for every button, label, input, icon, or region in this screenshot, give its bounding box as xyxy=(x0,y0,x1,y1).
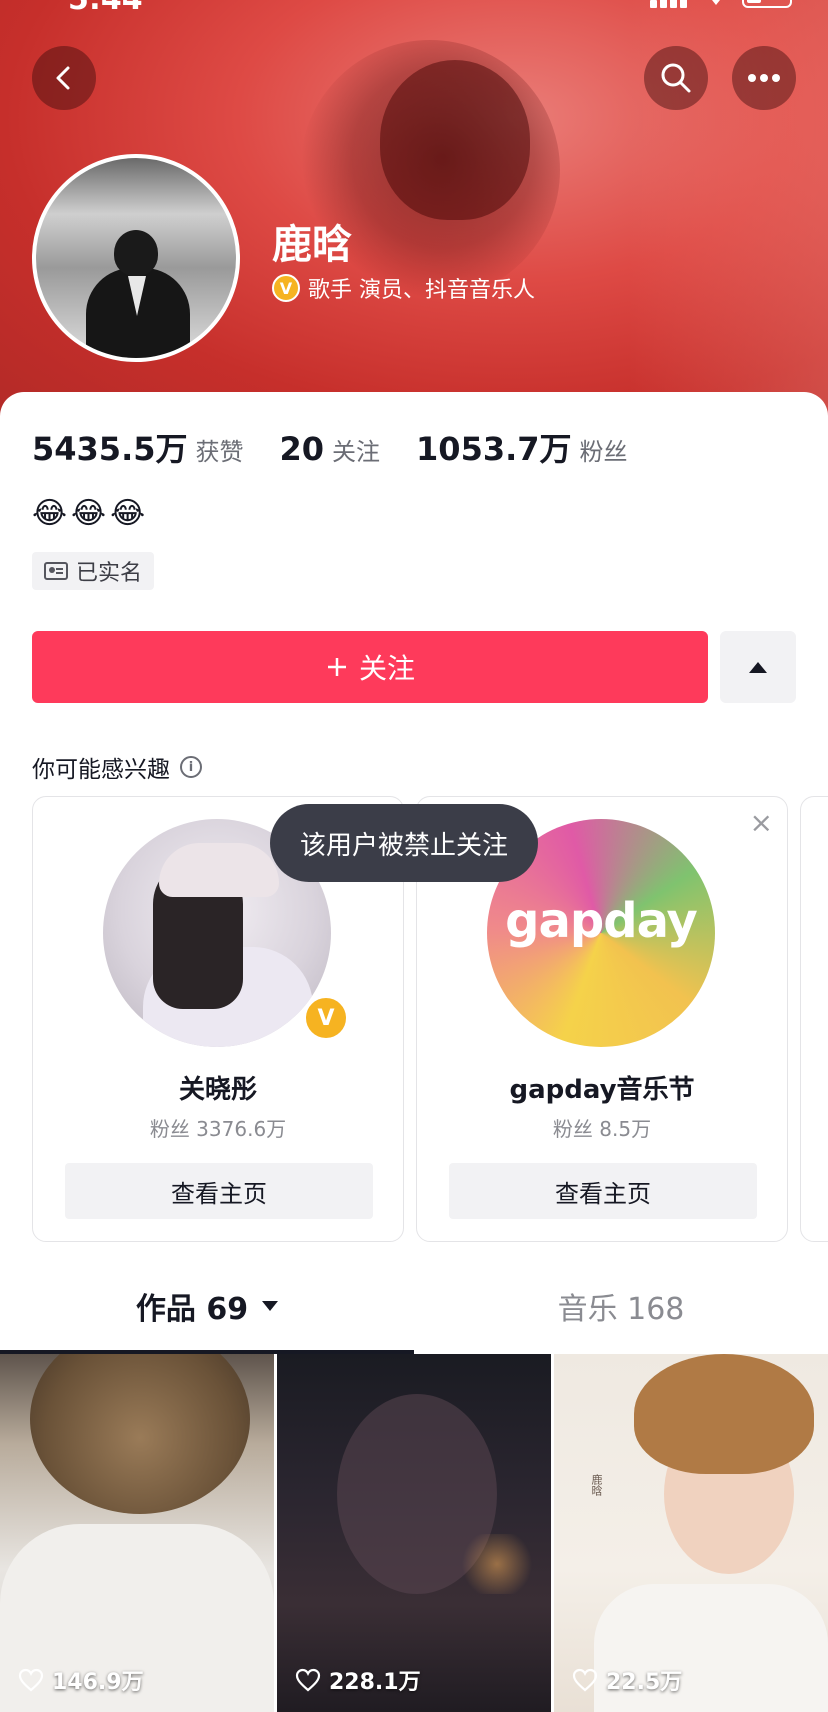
stat-followers[interactable]: 1053.7万 粉丝 xyxy=(416,424,628,470)
tab-works[interactable]: 作品 69 xyxy=(0,1260,414,1352)
recommendation-card-partial[interactable] xyxy=(800,796,828,1242)
stat-likes[interactable]: 5435.5万 获赞 xyxy=(32,424,244,470)
status-time: 5:44 xyxy=(68,0,143,17)
stats-row: 5435.5万 获赞 20 关注 1053.7万 粉丝 xyxy=(32,424,664,470)
verified-badge-icon: V xyxy=(303,995,349,1041)
follow-button[interactable]: 关注 xyxy=(32,631,708,703)
verified-badge-icon: V xyxy=(272,274,300,302)
more-dots-icon xyxy=(748,74,780,82)
profile-content: 5435.5万 获赞 20 关注 1053.7万 粉丝 😂😂😂 已实名 关注 你… xyxy=(0,392,828,1712)
profile-avatar[interactable] xyxy=(32,154,240,362)
recommendation-fans: 粉丝 3376.6万 xyxy=(149,1117,287,1141)
profile-header: 5:44 鹿晗 V 歌手 演员、抖音音乐人 xyxy=(0,0,828,420)
video-thumbnail[interactable]: 228.1万 xyxy=(277,1354,551,1712)
search-button[interactable] xyxy=(644,46,708,110)
tab-label: 音乐 168 xyxy=(557,1292,685,1327)
recommendation-fans: 粉丝 8.5万 xyxy=(552,1117,652,1141)
caret-up-icon xyxy=(749,661,767,673)
thumbnail-city-lights xyxy=(447,1534,547,1594)
id-card-icon xyxy=(44,562,68,580)
video-grid: 146.9万 228.1万 鹿晗 22.5万 xyxy=(0,1354,828,1712)
thumbnail-caption: 鹿晗 xyxy=(590,1474,603,1496)
avatar-logo-text: gapday xyxy=(505,893,698,949)
recommendations-header: 你可能感兴趣 i xyxy=(32,750,202,784)
search-icon xyxy=(661,63,691,93)
back-button[interactable] xyxy=(32,46,96,110)
video-likes: 146.9万 xyxy=(18,1664,144,1696)
stat-value: 1053.7万 xyxy=(416,430,572,468)
realname-tag: 已实名 xyxy=(32,552,155,590)
avatar-figure-hat xyxy=(159,843,279,897)
dismiss-close-icon[interactable]: × xyxy=(750,809,773,837)
caret-down-icon xyxy=(262,1301,279,1311)
avatar-figure-head xyxy=(114,230,158,276)
thumbnail-figure-head xyxy=(30,1354,250,1514)
profile-name: 鹿晗 xyxy=(272,222,352,268)
status-indicators xyxy=(650,0,792,8)
video-likes: 22.5万 xyxy=(572,1664,682,1696)
info-icon[interactable]: i xyxy=(180,756,202,778)
likes-count: 146.9万 xyxy=(52,1670,144,1695)
stat-label: 获赞 xyxy=(195,438,244,466)
plus-icon xyxy=(327,658,346,676)
more-button[interactable] xyxy=(732,46,796,110)
battery-icon xyxy=(742,0,792,8)
tab-label: 作品 69 xyxy=(135,1292,249,1327)
signal-icon xyxy=(650,0,690,8)
view-profile-button[interactable]: 查看主页 xyxy=(65,1163,373,1219)
verification-line: V 歌手 演员、抖音音乐人 xyxy=(272,272,535,304)
heart-icon xyxy=(295,1668,321,1692)
recommendation-name: gapday音乐节 xyxy=(509,1075,695,1105)
thumbnail-figure-hair xyxy=(634,1354,814,1474)
likes-count: 228.1万 xyxy=(329,1670,421,1695)
collapse-recommendations-button[interactable] xyxy=(720,631,796,703)
stat-label: 粉丝 xyxy=(579,438,628,466)
stat-label: 关注 xyxy=(332,438,381,466)
content-tabs: 作品 69 音乐 168 xyxy=(0,1260,828,1352)
video-thumbnail[interactable]: 146.9万 xyxy=(0,1354,274,1712)
stat-value: 5435.5万 xyxy=(32,430,188,468)
realname-label: 已实名 xyxy=(76,561,143,586)
recommendation-name: 关晓彤 xyxy=(178,1075,257,1105)
likes-count: 22.5万 xyxy=(606,1670,683,1695)
video-likes: 228.1万 xyxy=(295,1664,421,1696)
video-thumbnail[interactable]: 鹿晗 22.5万 xyxy=(554,1354,828,1712)
stat-value: 20 xyxy=(279,430,325,468)
header-background-figure xyxy=(380,60,530,220)
stat-following[interactable]: 20 关注 xyxy=(280,430,381,468)
wifi-icon xyxy=(712,0,720,5)
heart-icon xyxy=(18,1668,44,1692)
heart-icon xyxy=(572,1668,598,1692)
back-arrow-icon xyxy=(56,66,70,90)
tab-music[interactable]: 音乐 168 xyxy=(414,1260,828,1352)
verification-text: 歌手 演员、抖音音乐人 xyxy=(308,278,535,303)
toast-message: 该用户被禁止关注 xyxy=(270,804,539,882)
bio-text: 😂😂😂 xyxy=(32,496,150,531)
recommendations-title: 你可能感兴趣 xyxy=(32,757,170,783)
follow-label: 关注 xyxy=(358,652,415,685)
view-profile-button[interactable]: 查看主页 xyxy=(449,1163,757,1219)
